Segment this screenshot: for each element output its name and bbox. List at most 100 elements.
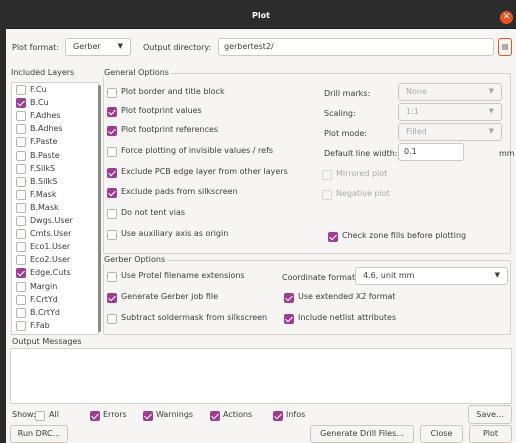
layer-label: B.SilkS [30,176,58,186]
plot-border-label: Plot border and title block [121,87,225,96]
protel-ext-label: Use Protel filename extensions [121,271,245,280]
generate-drill-button[interactable]: Generate Drill Files... [310,425,414,443]
drill-marks-select[interactable]: None ▼ [398,83,502,101]
plot-fp-values-checkbox[interactable] [107,107,117,117]
exclude-pads-checkbox[interactable] [107,188,117,198]
close-button[interactable]: Close [420,425,463,443]
plot-format-label: Plot format: [12,43,60,52]
scaling-label: Scaling: [324,109,356,118]
layer-label: Edge.Cuts [30,268,71,278]
plot-format-select[interactable]: Gerber ▼ [65,38,131,56]
layer-checkbox[interactable] [16,176,26,187]
layer-list[interactable]: F.Cu B.Cu F.Adhes B.Adhes F.Paste B.Paste F.Si… [11,82,101,335]
gerber-job-checkbox[interactable] [107,293,117,303]
layer-checkbox[interactable] [16,320,26,331]
layer-label: B.Paste [30,150,60,160]
plot-button[interactable]: Plot [469,425,512,443]
exclude-edge-label: Exclude PCB edge layer from other layers [121,167,288,176]
show-actions-checkbox[interactable] [210,411,220,421]
layer-list-scrollbar[interactable] [98,85,101,332]
plot-border-checkbox[interactable] [107,88,117,98]
chevron-down-icon: ▼ [488,107,494,115]
layer-checkbox[interactable] [16,216,26,226]
show-errors-checkbox[interactable] [90,411,100,421]
plot-fp-values-label: Plot footprint values [121,106,202,115]
subtract-mask-checkbox[interactable] [107,314,117,324]
layer-checkbox[interactable] [16,124,26,135]
coord-format-label: Coordinate format: [282,273,358,282]
plot-mode-select[interactable]: Filled ▼ [398,123,502,141]
show-infos-label: Infos [286,410,306,419]
window-title: Plot [252,11,270,20]
no-tent-vias-checkbox[interactable] [107,209,117,219]
drill-marks-label: Drill marks: [324,89,371,98]
negative-plot-checkbox[interactable] [322,190,332,200]
layer-label: F.CrtYd [30,294,58,304]
gerber-options-title: Gerber Options [102,255,168,264]
show-warnings-label: Warnings [156,410,194,419]
show-label: Show: [12,410,36,419]
coord-format-value: 4.6, unit mm [363,271,415,280]
protel-ext-checkbox[interactable] [107,272,117,282]
close-icon[interactable]: ✕ [500,11,513,24]
layer-checkbox[interactable] [16,137,26,148]
layer-checkbox[interactable] [16,85,26,95]
layer-checkbox[interactable] [16,294,26,305]
layer-checkbox[interactable] [16,202,26,213]
aux-origin-label: Use auxiliary axis as origin [121,229,229,238]
layer-label: B.Cu [30,98,49,108]
aux-origin-checkbox[interactable] [107,230,117,240]
layer-checkbox[interactable] [16,189,26,200]
run-drc-button[interactable]: Run DRC... [10,425,68,443]
layer-label: Dwgs.User [30,216,73,225]
output-messages-title: Output Messages [12,337,82,346]
exclude-edge-checkbox[interactable] [107,168,117,178]
layer-checkbox[interactable] [16,98,26,109]
force-invisible-label: Force plotting of invisible values / ref… [121,146,274,155]
coord-format-select[interactable]: 4.6, unit mm ▼ [355,267,508,285]
title-bar[interactable]: Plot ✕ [6,6,516,29]
layer-checkbox[interactable] [16,229,26,240]
layer-label: F.Adhes [30,111,61,121]
layer-checkbox[interactable] [16,111,26,122]
netlist-attr-checkbox[interactable] [284,314,294,324]
subtract-mask-label: Subtract soldermask from silkscreen [121,313,268,322]
included-layers-title: Included Layers [11,68,75,77]
show-all-checkbox[interactable] [35,411,45,421]
plot-mode-value: Filled [406,127,427,136]
no-tent-vias-label: Do not tent vias [121,208,186,217]
save-messages-button[interactable]: Save... [468,405,512,424]
layer-checkbox[interactable] [16,242,26,253]
output-messages-box[interactable] [10,348,512,404]
chevron-down-icon: ▼ [494,271,500,279]
layer-label: F.Mask [30,189,57,199]
plot-fp-refs-label: Plot footprint references [121,125,219,134]
layer-label: Eco2.User [30,255,71,265]
layer-checkbox[interactable] [16,281,26,292]
chevron-down-icon: ▼ [117,42,123,50]
force-invisible-checkbox[interactable] [107,147,117,157]
line-width-value: 0.1 [404,147,417,156]
layer-label: Cmts.User [30,229,72,239]
layer-checkbox[interactable] [16,268,26,279]
plot-mode-label: Plot mode: [324,129,368,138]
layer-checkbox[interactable] [16,307,26,318]
layer-checkbox[interactable] [16,163,26,174]
x2-format-checkbox[interactable] [284,293,294,303]
plot-fp-refs-checkbox[interactable] [107,126,117,136]
output-dir-input[interactable]: gerbertest2/ [218,38,494,56]
show-errors-label: Errors [103,410,127,419]
folder-icon[interactable]: ▤ [498,38,512,56]
show-warnings-checkbox[interactable] [143,411,153,421]
show-infos-checkbox[interactable] [273,411,283,421]
layer-label: Eco1.User [30,242,71,252]
layer-checkbox[interactable] [16,255,26,266]
check-zone-checkbox[interactable] [328,232,338,242]
line-width-input[interactable]: 0.1 [398,143,464,161]
layer-label: F.SilkS [30,163,56,173]
layer-label: F.Fab [30,320,50,330]
layer-label: B.CrtYd [30,307,61,317]
layer-checkbox[interactable] [16,150,26,161]
scaling-select[interactable]: 1:1 ▼ [398,103,502,121]
mirrored-plot-checkbox[interactable] [322,170,332,180]
